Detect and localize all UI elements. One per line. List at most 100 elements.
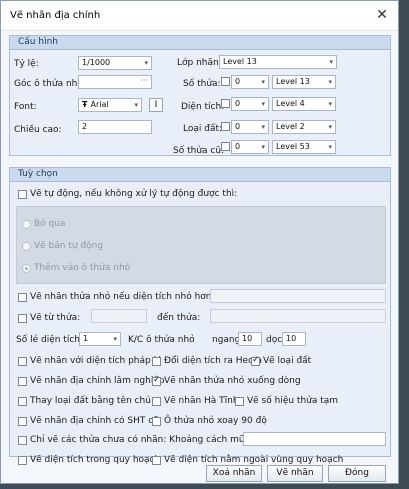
- rotate-90-label: Ô thửa nhỏ xoay 90 độ: [164, 416, 267, 426]
- land-type-checkbox[interactable]: [251, 355, 260, 366]
- old-parcel-color-checkbox[interactable]: [221, 142, 230, 151]
- draw-labels-button[interactable]: Vẽ nhãn: [267, 465, 323, 482]
- forestry-checkbox[interactable]: [18, 377, 27, 386]
- horizontal-input[interactable]: 10: [238, 332, 262, 346]
- area-color-checkbox[interactable]: [221, 99, 230, 108]
- vertical-label: dọc: [266, 335, 283, 345]
- italic-button[interactable]: I: [149, 98, 163, 112]
- from-parcel-checkbox[interactable]: [18, 314, 27, 323]
- ha-tinh-checkbox[interactable]: [152, 397, 161, 406]
- outside-planning-checkbox[interactable]: [152, 456, 161, 465]
- chevron-down-icon: ▾: [261, 143, 265, 151]
- skip-radio-label: Bỏ qua: [34, 219, 66, 229]
- decimal-label: Số lẻ diện tích:: [16, 335, 84, 345]
- scale-label: Tỷ lệ:: [14, 59, 39, 69]
- semi-auto-radio-label: Vẽ bán tự động: [34, 241, 104, 251]
- small-parcel-area-input[interactable]: [210, 289, 386, 303]
- owner-name-label: Thay loại đất bằng tên chủ: [30, 396, 151, 406]
- layer-select[interactable]: Level 13 ▾: [219, 55, 337, 69]
- font-label: Font:: [14, 102, 37, 112]
- old-sht-checkbox[interactable]: [18, 417, 27, 426]
- owner-name-checkbox[interactable]: [18, 397, 27, 406]
- planning-area-checkbox[interactable]: [18, 456, 27, 465]
- semi-auto-radio[interactable]: [22, 242, 31, 251]
- angle-label: Góc ô thửa nhỏ: [14, 79, 83, 89]
- hectare-checkbox[interactable]: [152, 357, 161, 366]
- angle-input[interactable]: ···: [78, 75, 152, 89]
- close-button[interactable]: Đóng: [328, 465, 386, 482]
- chevron-down-icon: ▾: [113, 335, 117, 343]
- legal-area-label: Vẽ nhãn với diện tích pháp lý: [30, 356, 162, 366]
- skip-radio[interactable]: [22, 220, 31, 229]
- small-parcel-label: Vẽ nhãn thửa nhỏ nếu diện tích nhỏ hơn:: [30, 292, 215, 302]
- decimal-select[interactable]: 1 ▾: [79, 332, 121, 346]
- to-parcel-label: đến thửa:: [157, 313, 201, 323]
- planning-area-label: Vẽ diện tích trong quy hoạch: [30, 455, 161, 465]
- config-group: Cấu hình: [9, 35, 391, 156]
- land-type-color-checkbox[interactable]: [221, 122, 230, 131]
- parcel-number-size-select[interactable]: 0 ▾: [231, 75, 269, 89]
- ha-tinh-label: Vẽ nhãn Hà Tĩnh: [164, 396, 239, 406]
- old-parcel-label: Số thửa cũ:: [173, 146, 225, 156]
- old-parcel-level-select[interactable]: Level 53 ▾: [272, 140, 336, 154]
- close-icon[interactable]: ✕: [374, 7, 390, 23]
- options-group-header: Tuỳ chọn: [10, 168, 390, 182]
- small-parcel-checkbox[interactable]: [18, 293, 27, 302]
- forestry-label: Vẽ nhãn địa chính lâm nghiệp: [30, 376, 165, 386]
- ellipsis-icon[interactable]: ···: [140, 76, 148, 87]
- land-type-level-select[interactable]: Level 2 ▾: [272, 120, 336, 134]
- hectare-label: Đổi diện tích ra Hecta: [164, 356, 263, 366]
- height-label: Chiều cao:: [14, 125, 62, 135]
- font-select[interactable]: Ŧ Arial ▾: [78, 98, 142, 112]
- area-label: Diện tích:: [181, 102, 225, 112]
- chevron-down-icon: ▾: [261, 78, 265, 86]
- auto-draw-checkbox[interactable]: [18, 190, 27, 199]
- config-group-header: Cấu hình: [10, 36, 390, 50]
- label-dialog: Vẽ nhãn địa chính ✕ Cấu hình Tỷ lệ: 1/10…: [0, 0, 399, 484]
- outside-planning-label: Vẽ diện tích nằm ngoài vùng quy hoạch: [164, 455, 344, 465]
- horizontal-label: ngang: [212, 335, 241, 345]
- land-type-label: Loại đất:: [183, 124, 223, 134]
- chevron-down-icon: ▾: [144, 59, 148, 67]
- title-bar: Vẽ nhãn địa chính ✕: [1, 1, 398, 31]
- chevron-down-icon: ▾: [328, 143, 332, 151]
- add-to-small-cell-radio[interactable]: [22, 264, 31, 273]
- layer-label: Lớp nhãn:: [177, 58, 222, 68]
- auto-draw-label: Vẽ tự động, nếu không xử lý tự động được…: [30, 189, 238, 199]
- scale-select[interactable]: 1/1000 ▾: [78, 56, 152, 70]
- arrow-distance-input[interactable]: [243, 432, 386, 446]
- land-type-option-label: Vẽ loại đất: [263, 356, 312, 366]
- area-size-select[interactable]: 0 ▾: [231, 97, 269, 111]
- chevron-down-icon: ▾: [134, 101, 138, 109]
- old-sht-label: Vẽ nhãn địa chính có SHT cũ: [30, 416, 159, 426]
- area-level-select[interactable]: Level 4 ▾: [272, 97, 336, 111]
- rotate-90-checkbox[interactable]: [152, 417, 161, 426]
- add-to-small-cell-radio-label: Thêm vào ô thửa nhỏ: [34, 263, 131, 273]
- parcel-number-color-checkbox[interactable]: [221, 77, 230, 86]
- parcel-number-label: Số thửa:: [183, 79, 221, 89]
- to-parcel-input[interactable]: [210, 309, 386, 323]
- small-newline-checkbox[interactable]: [152, 375, 161, 386]
- height-input[interactable]: 2: [78, 120, 152, 134]
- unlabeled-only-checkbox[interactable]: [18, 436, 27, 445]
- temp-number-label: Vẽ số hiệu thửa tạm: [247, 396, 339, 406]
- parcel-number-level-select[interactable]: Level 13 ▾: [272, 75, 336, 89]
- small-newline-label: Vẽ nhãn thửa nhỏ xuống dòng: [164, 376, 301, 386]
- from-parcel-input[interactable]: [91, 309, 147, 323]
- chevron-down-icon: ▾: [261, 123, 265, 131]
- legal-area-checkbox[interactable]: [18, 357, 27, 366]
- temp-number-checkbox[interactable]: [235, 397, 244, 406]
- dialog-title: Vẽ nhãn địa chính: [10, 10, 101, 21]
- chevron-down-icon: ▾: [328, 123, 332, 131]
- background-map-bottom: [0, 484, 409, 489]
- chevron-down-icon: ▾: [261, 100, 265, 108]
- land-type-size-select[interactable]: 0 ▾: [231, 120, 269, 134]
- from-parcel-label: Vẽ từ thửa:: [30, 313, 81, 323]
- chevron-down-icon: ▾: [328, 78, 332, 86]
- chevron-down-icon: ▾: [329, 58, 333, 66]
- vertical-input[interactable]: 10: [282, 332, 306, 346]
- chevron-down-icon: ▾: [328, 100, 332, 108]
- old-parcel-size-select[interactable]: 0 ▾: [231, 140, 269, 154]
- delete-labels-button[interactable]: Xoá nhãn: [206, 465, 262, 482]
- truetype-icon: Ŧ: [82, 100, 88, 109]
